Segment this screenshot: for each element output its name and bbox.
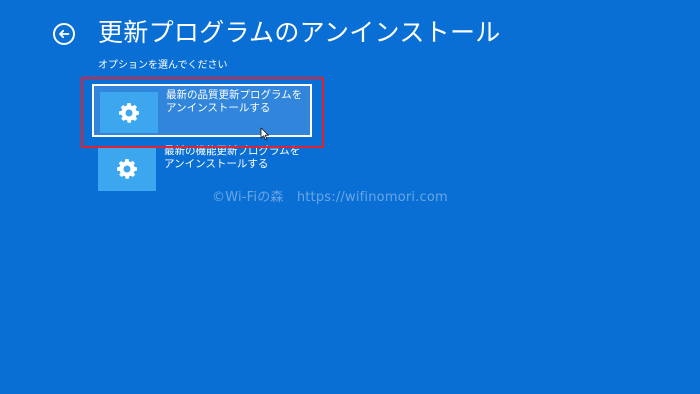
recovery-screen: 更新プログラムのアンインストール オプションを選んでください 最新の品質更新プロ… [0,0,700,394]
gear-icon [117,101,141,125]
quality-update-icon-tile [100,92,158,133]
quality-update-option-label: 最新の品質更新プログラムをアンインストールする [166,89,303,114]
back-button[interactable] [53,23,75,45]
mouse-cursor-icon [260,127,270,141]
feature-update-icon-tile [98,147,156,191]
uninstall-quality-update-option[interactable]: 最新の品質更新プログラムをアンインストールする [92,84,312,137]
choose-option-label: オプションを選んでください [98,60,228,71]
watermark-text: ©Wi-Fiの森 https://wifinomori.com [212,190,448,205]
page-title: 更新プログラムのアンインストール [98,18,501,47]
feature-update-option-label: 最新の機能更新プログラムをアンインストールする [164,145,301,170]
back-arrow-icon [58,28,70,40]
gear-icon [115,157,139,181]
